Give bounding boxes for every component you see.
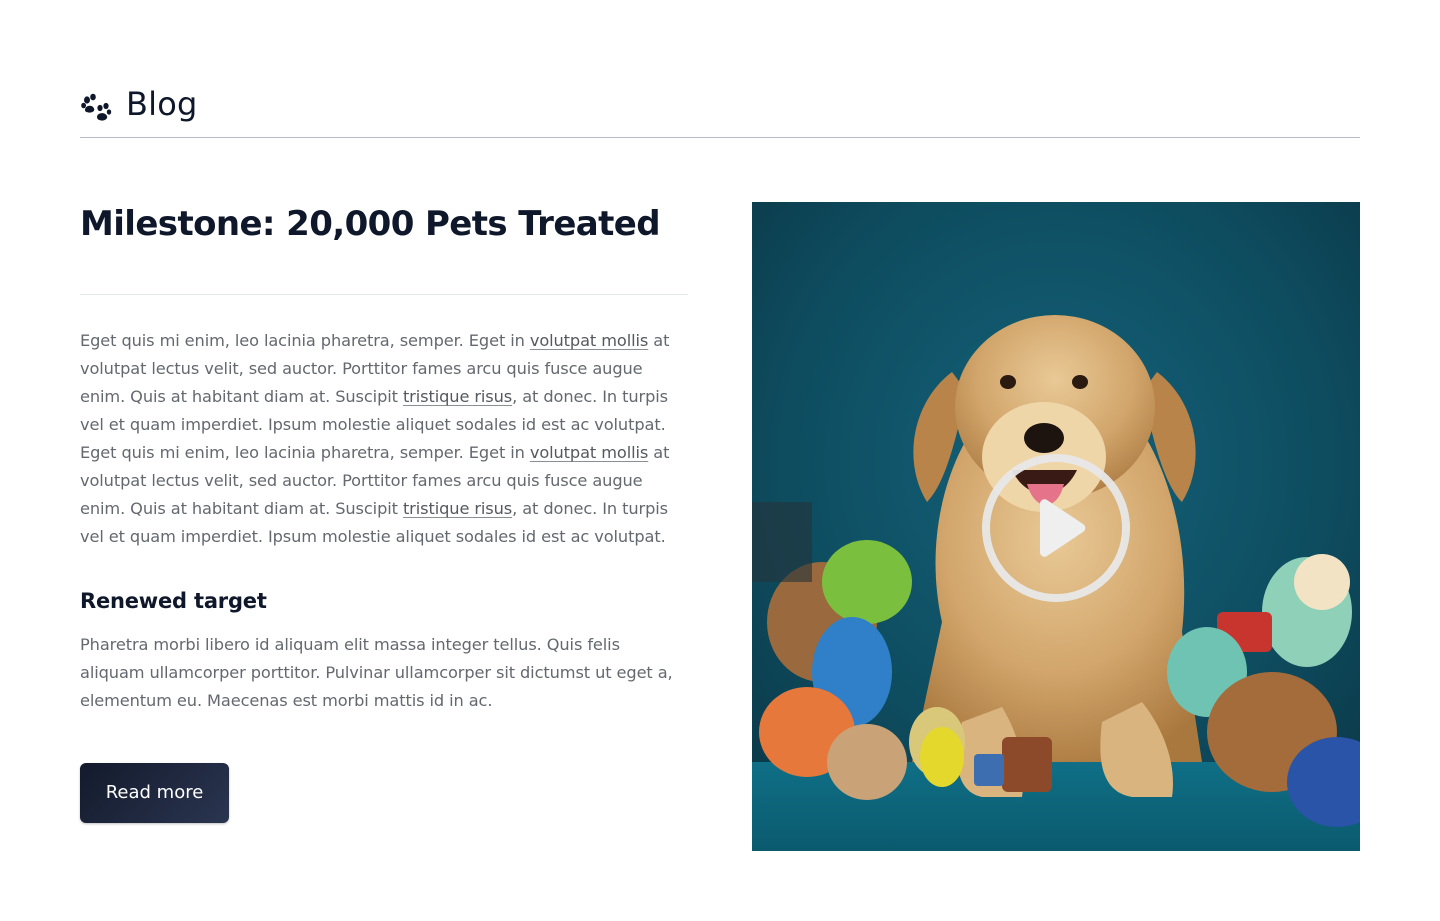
article-title: Milestone: 20,000 Pets Treated bbox=[80, 204, 661, 244]
read-more-button[interactable]: Read more bbox=[80, 763, 229, 823]
article: Milestone: 20,000 Pets Treated Eget quis… bbox=[80, 200, 688, 715]
blog-page: Blog Milestone: 20,000 Pets Treated Eget… bbox=[0, 0, 1440, 921]
inline-link[interactable]: volutpat mollis bbox=[530, 331, 648, 350]
article-body: Eget quis mi enim, leo lacinia pharetra,… bbox=[80, 327, 688, 551]
paw-icon bbox=[81, 93, 112, 121]
article-divider bbox=[80, 294, 688, 295]
inline-link[interactable]: tristique risus bbox=[403, 387, 512, 406]
blog-header: Blog bbox=[80, 82, 1360, 138]
section-body: Pharetra morbi libero id aliquam elit ma… bbox=[80, 635, 673, 710]
play-icon[interactable] bbox=[980, 452, 1132, 604]
section-heading: Renewed target bbox=[80, 589, 267, 613]
inline-link[interactable]: tristique risus bbox=[403, 499, 512, 518]
blog-title: Blog bbox=[126, 85, 198, 123]
video-player[interactable] bbox=[752, 202, 1360, 851]
body-text: Eget quis mi enim, leo lacinia pharetra,… bbox=[80, 331, 530, 350]
inline-link[interactable]: volutpat mollis bbox=[530, 443, 648, 462]
